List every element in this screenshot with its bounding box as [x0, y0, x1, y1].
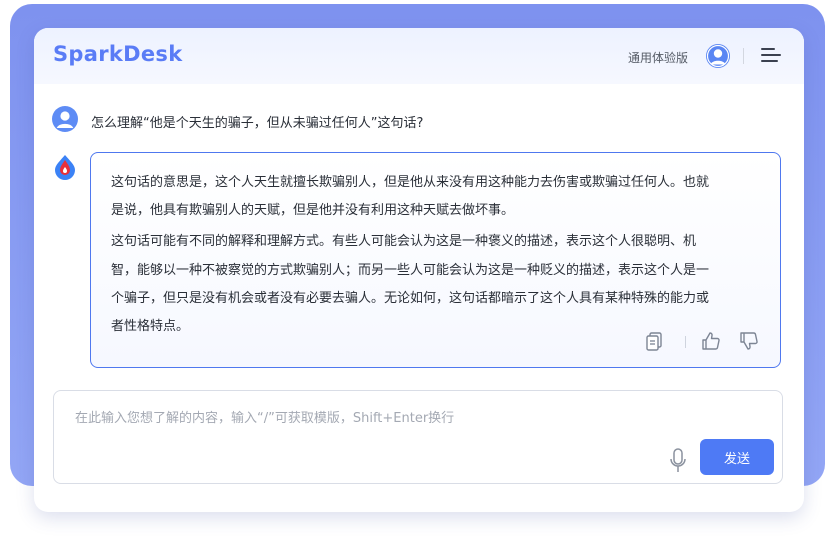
- answer-actions: [645, 331, 760, 353]
- answer-line: 者性格特点。: [111, 319, 190, 334]
- answer-line: 智，能够以一种不被察觉的方式欺骗别人；而另一些人可能会认为这是一种贬义的描述，表…: [111, 263, 710, 278]
- brand-logo: SparkDesk: [53, 42, 183, 66]
- chat-window: SparkDesk 通用体验版 怎么理解“他是个天生的骗子，但从未骗过任何人”这…: [34, 28, 804, 512]
- answer-line: 这句话的意思是，这个人天生就擅长欺骗别人，但是他从来没有用这种能力去伤害或欺骗过…: [111, 175, 710, 190]
- copy-icon[interactable]: [645, 331, 665, 351]
- answer-line: 这句话可能有不同的解释和理解方式。有些人可能会认为这是一种褒义的描述，表示这个人…: [111, 234, 697, 249]
- user-avatar-icon[interactable]: [706, 44, 730, 68]
- header-divider: [743, 48, 744, 64]
- answer-line: 个骗子，但只是没有机会或者没有必要去骗人。无论如何，这句话都暗示了这个人具有某种…: [111, 291, 710, 306]
- action-divider: [685, 336, 686, 348]
- user-question: 怎么理解“他是个天生的骗子，但从未骗过任何人”这句话?: [91, 116, 424, 131]
- thumbs-up-icon[interactable]: [701, 331, 721, 351]
- header-bar: SparkDesk 通用体验版: [34, 28, 804, 84]
- answer-line: 是说，他具有欺骗别人的天赋，但是他并没有利用这种天赋去做坏事。: [111, 203, 515, 218]
- answer-bubble: 这句话的意思是，这个人天生就擅长欺骗别人，但是他从来没有用这种能力去伤害或欺骗过…: [90, 152, 781, 368]
- edition-label[interactable]: 通用体验版: [628, 49, 688, 66]
- menu-icon[interactable]: [760, 46, 782, 64]
- chat-input-box[interactable]: 在此输入您想了解的内容，输入“/”可获取模版，Shift+Enter换行 发送: [53, 390, 783, 484]
- spark-logo-icon: [55, 155, 75, 180]
- microphone-icon[interactable]: [668, 448, 688, 474]
- thumbs-down-icon[interactable]: [739, 331, 759, 351]
- user-icon: [52, 106, 78, 132]
- chat-input-placeholder[interactable]: 在此输入您想了解的内容，输入“/”可获取模版，Shift+Enter换行: [75, 407, 454, 426]
- send-button[interactable]: 发送: [700, 439, 774, 475]
